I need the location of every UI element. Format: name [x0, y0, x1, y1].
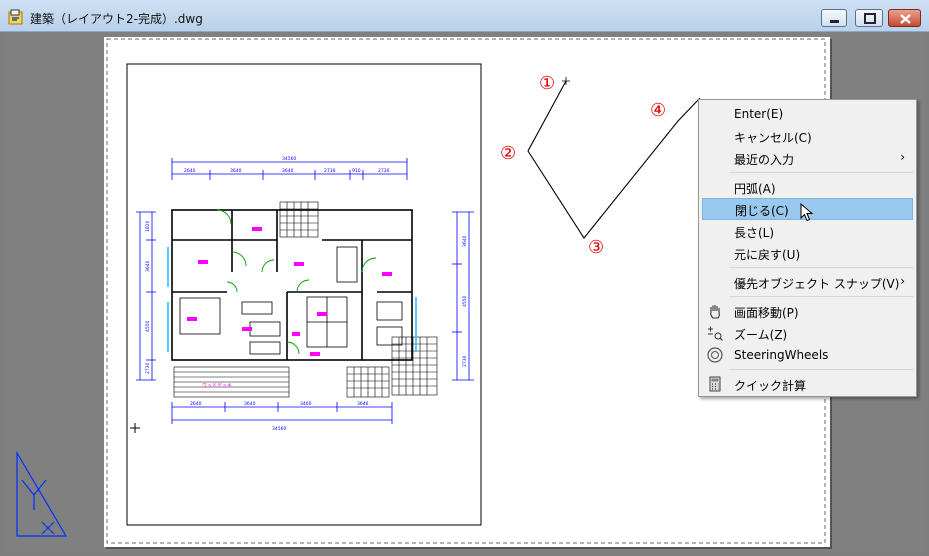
maximize-button[interactable] — [855, 9, 883, 27]
menu-item-label: クイック計算 — [734, 379, 807, 393]
menu-item-label: 最近の入力 — [734, 153, 795, 167]
menu-item-label: 元に戻す(U) — [734, 248, 801, 262]
menu-item-label: 優先オブジェクト スナップ(V) — [734, 277, 900, 291]
point-label-1: ① — [539, 73, 556, 94]
menu-item-label: 画面移動(P) — [734, 306, 799, 320]
submenu-arrow-icon: › — [900, 150, 905, 164]
restore-icon — [864, 13, 876, 24]
window-title: 建築（レイアウト2-完成）.dwg — [30, 12, 203, 26]
context-menu: Enter(E) キャンセル(C) 最近の入力 › 円弧(A) 閉じる(C) 長… — [698, 99, 917, 397]
menu-item-label: Enter(E) — [734, 107, 784, 121]
ucs-icon — [16, 450, 68, 537]
mouse-cursor-icon — [800, 203, 814, 222]
menu-separator — [729, 296, 913, 297]
point-label-3: ③ — [588, 237, 605, 258]
minimize-icon — [830, 20, 839, 23]
title-bar: 建築（レイアウト2-完成）.dwg — [0, 0, 929, 32]
menu-separator — [729, 172, 913, 173]
menu-item-arc[interactable]: 円弧(A) — [702, 176, 913, 198]
submenu-arrow-icon: › — [900, 274, 905, 288]
dwg-file-icon — [8, 9, 23, 25]
steering-wheel-icon — [707, 347, 723, 363]
menu-item-quickcalc[interactable]: クイック計算 — [702, 373, 913, 395]
menu-separator — [729, 267, 913, 268]
menu-item-label: 円弧(A) — [734, 182, 776, 196]
menu-separator — [729, 369, 913, 370]
menu-item-label: 閉じる(C) — [735, 204, 789, 218]
point-label-4: ④ — [650, 100, 667, 121]
point-label-2: ② — [500, 143, 517, 164]
close-icon — [900, 14, 911, 24]
calculator-icon — [709, 376, 721, 392]
menu-item-label: ズーム(Z) — [734, 328, 788, 342]
menu-item-undo[interactable]: 元に戻す(U) — [702, 242, 913, 264]
close-button[interactable] — [888, 9, 921, 27]
menu-item-length[interactable]: 長さ(L) — [702, 220, 913, 242]
menu-item-zoom[interactable]: ズーム(Z) — [702, 322, 913, 344]
menu-item-steeringwheels[interactable]: SteeringWheels — [702, 344, 913, 366]
menu-item-pan[interactable]: 画面移動(P) — [702, 300, 913, 322]
menu-item-label: キャンセル(C) — [734, 131, 812, 145]
menu-item-recent-input[interactable]: 最近の入力 › — [702, 147, 913, 169]
menu-item-osnap-override[interactable]: 優先オブジェクト スナップ(V) › — [702, 271, 913, 293]
menu-item-cancel[interactable]: キャンセル(C) — [702, 125, 913, 147]
menu-item-enter[interactable]: Enter(E) — [702, 103, 913, 125]
menu-item-label: SteeringWheels — [734, 348, 829, 362]
minimize-button[interactable] — [821, 9, 847, 27]
pan-hand-icon — [710, 305, 720, 319]
zoom-icon — [708, 326, 723, 341]
menu-item-label: 長さ(L) — [734, 226, 775, 240]
